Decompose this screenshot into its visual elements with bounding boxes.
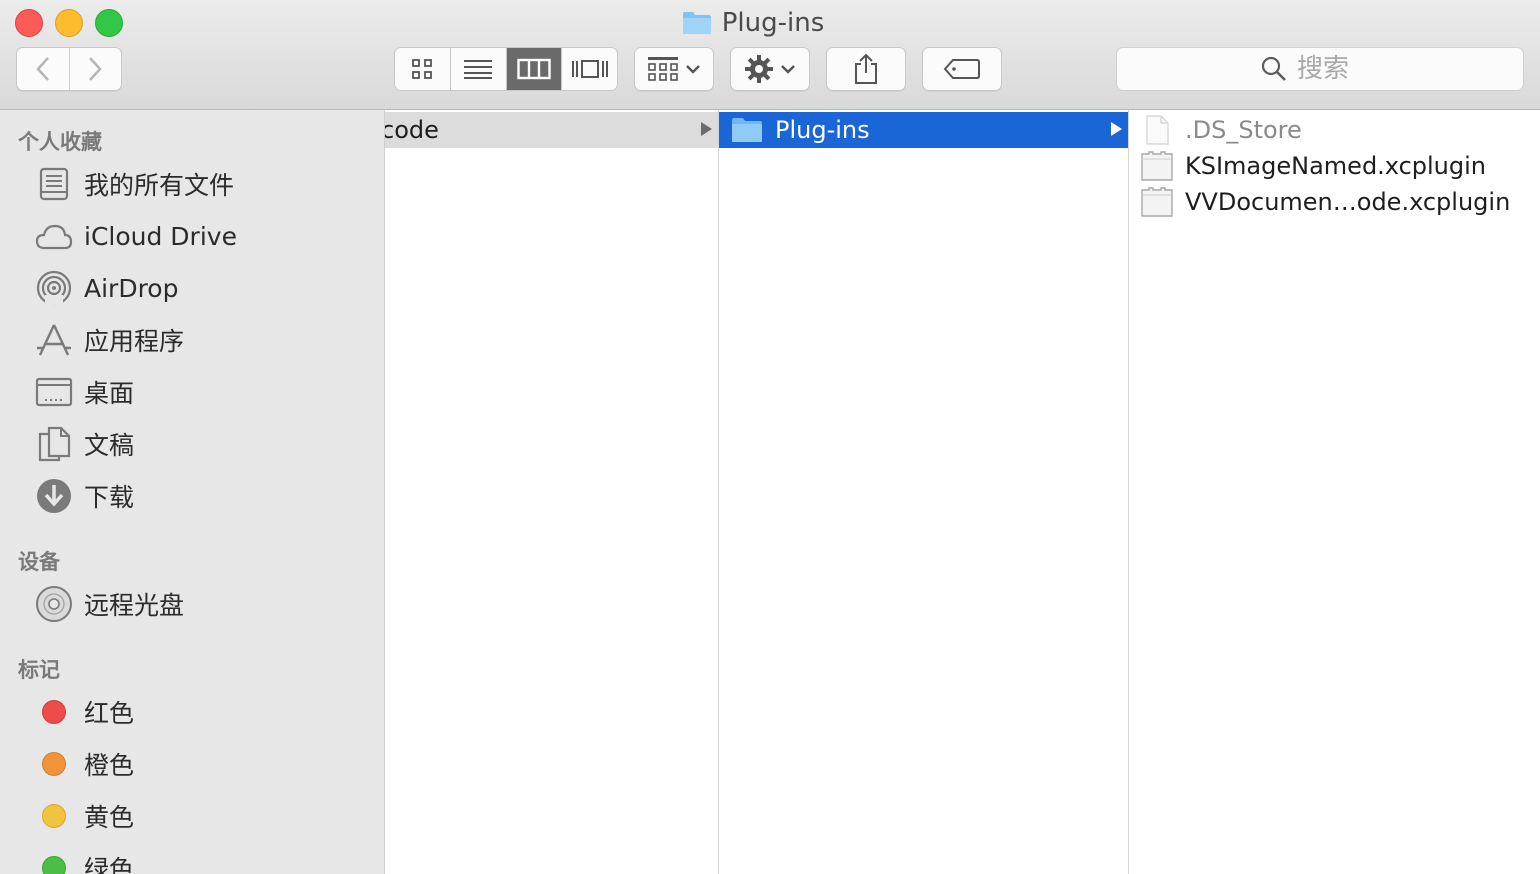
nav-buttons — [16, 47, 122, 91]
sidebar-item-remote-disc[interactable]: 远程光盘 — [34, 582, 184, 626]
sidebar-item-label: 红色 — [84, 699, 135, 728]
sidebar-item-label: 我的所有文件 — [84, 171, 235, 200]
sidebar-item-downloads[interactable]: 下载 — [34, 474, 134, 518]
browser-column-2[interactable]: Plug-ins — [719, 110, 1129, 874]
folder-icon — [682, 12, 711, 34]
window-title-bar: Plug-ins — [0, 6, 1540, 40]
sidebar-item-tag-red[interactable]: 红色 — [34, 690, 134, 734]
sidebar-item-label: 应用程序 — [84, 327, 185, 356]
applications-icon — [34, 320, 74, 360]
arrange-button[interactable] — [634, 47, 714, 91]
plugin-bundle-icon — [1141, 187, 1173, 217]
tag-dot-container — [34, 692, 74, 732]
icon-view-button[interactable] — [395, 48, 451, 90]
desktop-icon — [34, 372, 74, 412]
sidebar-section-tags: 标记 — [18, 658, 60, 682]
coverflow-icon — [571, 60, 608, 78]
tag-dot-container — [34, 796, 74, 836]
tag-dot-container — [34, 744, 74, 784]
search-input[interactable] — [1295, 53, 1379, 85]
finder-window: Plug-ins 搜索 个人收藏 我的所有文件 iCloud Drive Air… — [0, 0, 1540, 874]
window-title: Plug-ins — [721, 8, 825, 38]
gear-icon — [745, 55, 773, 83]
item-name: KSImageNamed.xcplugin — [1185, 152, 1487, 180]
forward-button[interactable] — [70, 48, 122, 90]
sidebar-item-label: 绿色 — [84, 855, 135, 874]
sidebar-item-label: iCloud Drive — [84, 221, 237, 251]
documents-icon — [34, 424, 74, 464]
sidebar-item-label: 下载 — [84, 483, 135, 512]
back-button[interactable] — [17, 48, 70, 90]
item-name: Plug-ins — [775, 116, 870, 144]
coverflow-view-button[interactable] — [562, 48, 617, 90]
disclosure-arrow-icon — [1111, 122, 1122, 136]
all-files-icon — [34, 164, 74, 204]
sidebar-item-label: 橙色 — [84, 751, 135, 780]
sidebar-item-label: AirDrop — [84, 273, 179, 303]
browser-column-1[interactable]: code — [385, 110, 719, 874]
sidebar-item-label: 黄色 — [84, 803, 135, 832]
list-item[interactable]: KSImageNamed.xcplugin — [1129, 148, 1540, 184]
tag-dot-container — [34, 848, 74, 874]
column-view-button[interactable] — [506, 48, 563, 90]
chevron-down-icon — [781, 65, 795, 74]
sidebar-item-airdrop[interactable]: AirDrop — [34, 266, 178, 310]
chevron-left-icon — [36, 57, 49, 81]
sidebar-item-tag-green[interactable]: 绿色 — [34, 846, 134, 874]
search-field[interactable] — [1116, 47, 1524, 91]
disc-icon — [34, 584, 74, 624]
list-view-button[interactable] — [451, 48, 507, 90]
tag-icon — [943, 59, 980, 79]
list-item[interactable]: VVDocumen…ode.xcplugin — [1129, 184, 1540, 220]
list-item[interactable]: code — [385, 112, 718, 148]
columns-icon — [517, 58, 551, 80]
sidebar-section-devices: 设备 — [18, 550, 60, 574]
sidebar-item-desktop[interactable]: 桌面 — [34, 370, 134, 414]
browser-column-3[interactable]: .DS_Store KSImageNamed.xcplugin VVDocume… — [1129, 110, 1540, 874]
view-mode-control — [394, 47, 618, 91]
search-icon — [1261, 56, 1286, 81]
sidebar-item-label: 文稿 — [84, 431, 135, 460]
sidebar-item-label: 远程光盘 — [84, 591, 185, 620]
list-item[interactable]: .DS_Store — [1129, 112, 1540, 148]
sidebar-item-all-files[interactable]: 我的所有文件 — [34, 162, 234, 206]
orange-tag-icon — [42, 752, 66, 776]
plugin-bundle-icon — [1141, 151, 1173, 181]
edit-tags-button[interactable] — [922, 47, 1002, 91]
sidebar-item-applications[interactable]: 应用程序 — [34, 318, 184, 362]
toolbar: Plug-ins — [0, 0, 1540, 110]
sidebar-item-tag-orange[interactable]: 橙色 — [34, 742, 134, 786]
list-item[interactable]: Plug-ins — [719, 112, 1128, 148]
item-name: VVDocumen…ode.xcplugin — [1185, 188, 1511, 216]
green-tag-icon — [42, 856, 66, 874]
disclosure-arrow-icon — [701, 122, 712, 136]
sidebar-item-label: 桌面 — [84, 379, 135, 408]
sidebar-item-icloud-drive[interactable]: iCloud Drive — [34, 214, 237, 258]
grid-icon — [412, 59, 433, 79]
yellow-tag-icon — [42, 804, 66, 828]
action-button[interactable] — [730, 47, 810, 91]
download-icon — [34, 476, 74, 516]
item-name: code — [385, 116, 439, 144]
document-icon — [1146, 115, 1169, 145]
chevron-right-icon — [89, 57, 102, 81]
list-icon — [464, 60, 493, 79]
sidebar-item-tag-yellow[interactable]: 黄色 — [34, 794, 134, 838]
sidebar: 个人收藏 我的所有文件 iCloud Drive AirDrop 应用程序 桌面… — [0, 110, 385, 874]
airdrop-icon — [34, 268, 74, 308]
cloud-icon — [34, 216, 74, 256]
red-tag-icon — [42, 700, 66, 724]
share-button[interactable] — [826, 47, 906, 91]
folder-icon — [732, 118, 762, 142]
sidebar-section-favorites: 个人收藏 — [18, 130, 102, 154]
arrange-grid-icon — [648, 57, 678, 81]
share-icon — [855, 53, 877, 84]
sidebar-item-documents[interactable]: 文稿 — [34, 422, 134, 466]
chevron-down-icon — [686, 65, 700, 74]
item-name: .DS_Store — [1185, 116, 1302, 144]
